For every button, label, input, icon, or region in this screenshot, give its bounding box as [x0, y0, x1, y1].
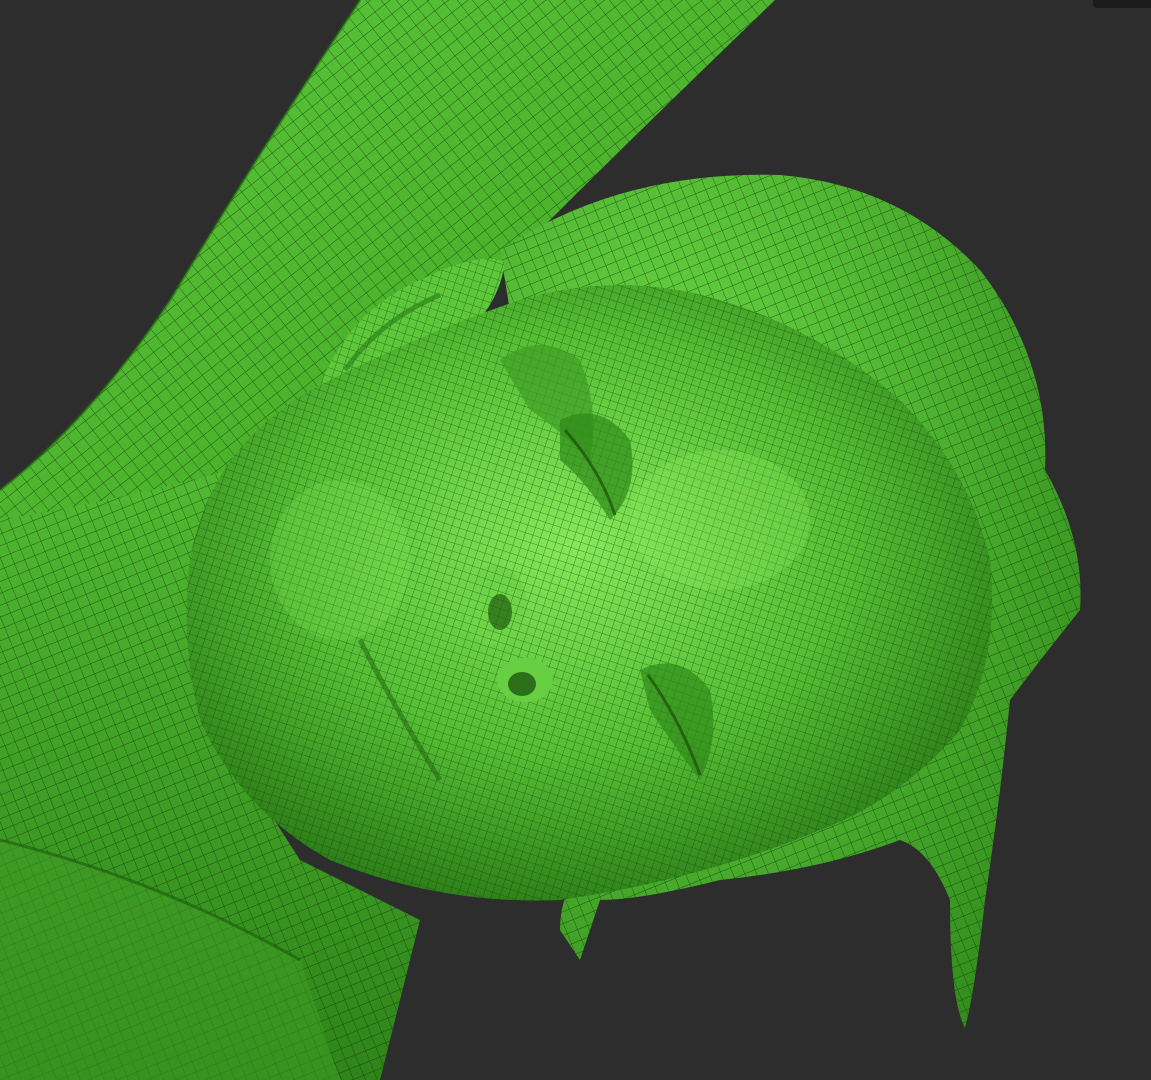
viewport-corner-widget [1093, 0, 1151, 8]
sculpt-viewport[interactable] [0, 0, 1151, 1080]
mesh-render[interactable] [0, 0, 1151, 1080]
